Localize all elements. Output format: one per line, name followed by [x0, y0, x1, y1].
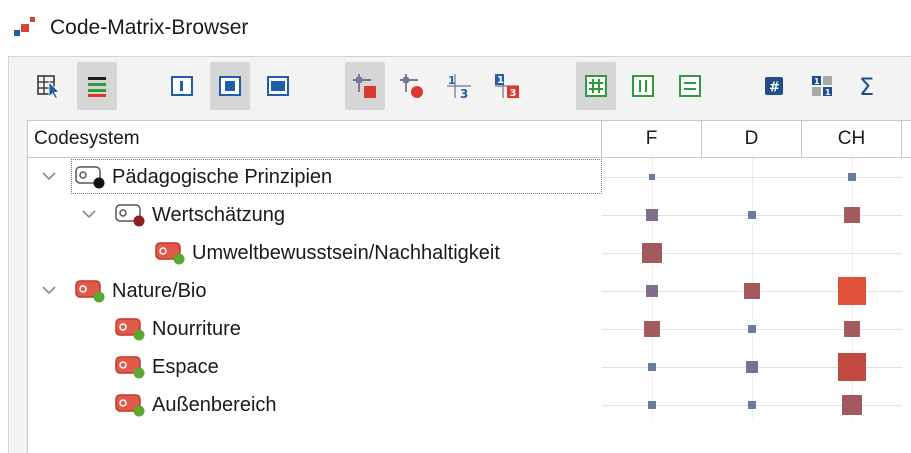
matrix-cell-symbol[interactable]	[844, 321, 860, 337]
matrix-cell-symbol[interactable]	[744, 283, 760, 299]
code-icon	[75, 280, 105, 303]
matrix-cell-symbol[interactable]	[644, 321, 660, 337]
view-wide-icon	[267, 76, 289, 96]
svg-text:1: 1	[814, 77, 820, 86]
title-bar: Code-Matrix-Browser	[0, 0, 911, 56]
view-single-icon	[171, 76, 193, 96]
grid-columns-icon	[632, 75, 654, 97]
matrix-cell-symbol[interactable]	[649, 174, 655, 180]
numbers-button[interactable]: 1 3	[439, 62, 479, 110]
code-label[interactable]: Pädagogische Prinzipien	[112, 166, 332, 189]
matrix-cell-symbol[interactable]	[748, 401, 756, 409]
table-row[interactable]: Espace	[28, 348, 911, 386]
matrix-cell-symbol[interactable]	[642, 243, 662, 263]
row-guide	[602, 177, 902, 178]
view-single-button[interactable]	[162, 62, 202, 110]
chevron-down-icon[interactable]	[40, 281, 58, 299]
grid-rows-button[interactable]	[670, 62, 710, 110]
hash-icon: #	[765, 77, 783, 96]
svg-text:1: 1	[448, 74, 456, 87]
numbers-icon: 1 3	[447, 74, 471, 100]
circle-node-icon	[400, 74, 423, 98]
table-row[interactable]: Nature/Bio	[28, 272, 911, 310]
matrix-cell-symbol[interactable]	[748, 325, 756, 333]
table-row[interactable]: Nourriture	[28, 310, 911, 348]
svg-text:#: #	[769, 81, 780, 96]
matrix-rows: Pädagogische Prinzipien Wertschätzung Umwe…	[28, 158, 911, 453]
column-header-document-3[interactable]: CH	[802, 121, 902, 157]
color-lines-icon	[88, 77, 106, 97]
numbers-colored-icon: 1 3	[495, 74, 519, 99]
table-row[interactable]: Umweltbewusstsein/Nachhaltigkeit	[28, 234, 911, 272]
matrix-cell-symbol[interactable]	[646, 285, 658, 297]
chevron-down-icon[interactable]	[80, 205, 98, 223]
chevron-down-icon[interactable]	[40, 167, 58, 185]
matrix-cell-symbol[interactable]	[748, 211, 756, 219]
matrix-cell-symbol[interactable]	[838, 353, 866, 381]
matrix-cell-symbol[interactable]	[844, 207, 860, 223]
view-medium-button[interactable]	[210, 62, 250, 110]
symbol-square-button[interactable]	[345, 62, 385, 110]
matrix-cell-symbol[interactable]	[746, 361, 758, 373]
column-header-document-2[interactable]: D	[702, 121, 802, 157]
display-settings-button[interactable]	[77, 62, 117, 110]
matrix-cell-symbol[interactable]	[848, 173, 856, 181]
code-icon	[115, 356, 145, 379]
code-icon	[155, 242, 185, 265]
code-label[interactable]: Außenbereich	[152, 394, 277, 417]
code-label[interactable]: Nourriture	[152, 318, 241, 341]
column-header-document-1[interactable]: F	[602, 121, 702, 157]
grid-all-button[interactable]	[576, 62, 616, 110]
svg-text:3: 3	[460, 87, 468, 100]
svg-text:1: 1	[825, 88, 831, 97]
select-grid-icon	[37, 75, 60, 99]
svg-text:Σ: Σ	[859, 73, 874, 99]
code-icon	[75, 166, 105, 189]
app-logo-icon	[14, 17, 35, 36]
svg-text:3: 3	[510, 88, 517, 99]
matrix-cell-symbol[interactable]	[648, 363, 656, 371]
view-medium-icon	[219, 76, 241, 96]
grid-rows-icon	[679, 75, 701, 97]
toolbar: 1 3 1 3 # 1 1 Σ	[9, 57, 911, 119]
binary-button[interactable]: 1 1	[802, 62, 842, 110]
matrix-cell-symbol[interactable]	[842, 395, 862, 415]
select-codes-button[interactable]	[29, 62, 69, 110]
table-row[interactable]: Wertschätzung	[28, 196, 911, 234]
binary-icon: 1 1	[812, 76, 832, 97]
code-icon	[115, 318, 145, 341]
code-label[interactable]: Nature/Bio	[112, 280, 207, 303]
hash-button[interactable]: #	[754, 62, 794, 110]
square-node-icon	[353, 74, 376, 98]
code-matrix-grid: Codesystem F D CH Pädagogische Prinzipie…	[27, 120, 911, 453]
grid-hash-icon	[585, 75, 607, 97]
table-row[interactable]: Außenbereich	[28, 386, 911, 424]
view-wide-button[interactable]	[258, 62, 298, 110]
code-icon	[115, 394, 145, 417]
code-label[interactable]: Umweltbewusstsein/Nachhaltigkeit	[192, 242, 500, 265]
numbers-colored-button[interactable]: 1 3	[487, 62, 527, 110]
sigma-icon: Σ	[859, 73, 874, 99]
grid-columns-button[interactable]	[623, 62, 663, 110]
code-label[interactable]: Espace	[152, 356, 219, 379]
code-label[interactable]: Wertschätzung	[152, 204, 285, 227]
matrix-cell-symbol[interactable]	[648, 401, 656, 409]
svg-text:1: 1	[497, 75, 504, 86]
sum-button[interactable]: Σ	[849, 62, 889, 110]
code-icon	[115, 204, 145, 227]
matrix-cell-symbol[interactable]	[646, 209, 658, 221]
matrix-cell-symbol[interactable]	[838, 277, 866, 305]
column-header-codesystem[interactable]: Codesystem	[28, 121, 602, 157]
window-title: Code-Matrix-Browser	[50, 16, 249, 39]
table-row[interactable]: Pädagogische Prinzipien	[28, 158, 911, 196]
grid-header: Codesystem F D CH	[28, 121, 911, 158]
symbol-circle-button[interactable]	[392, 62, 432, 110]
